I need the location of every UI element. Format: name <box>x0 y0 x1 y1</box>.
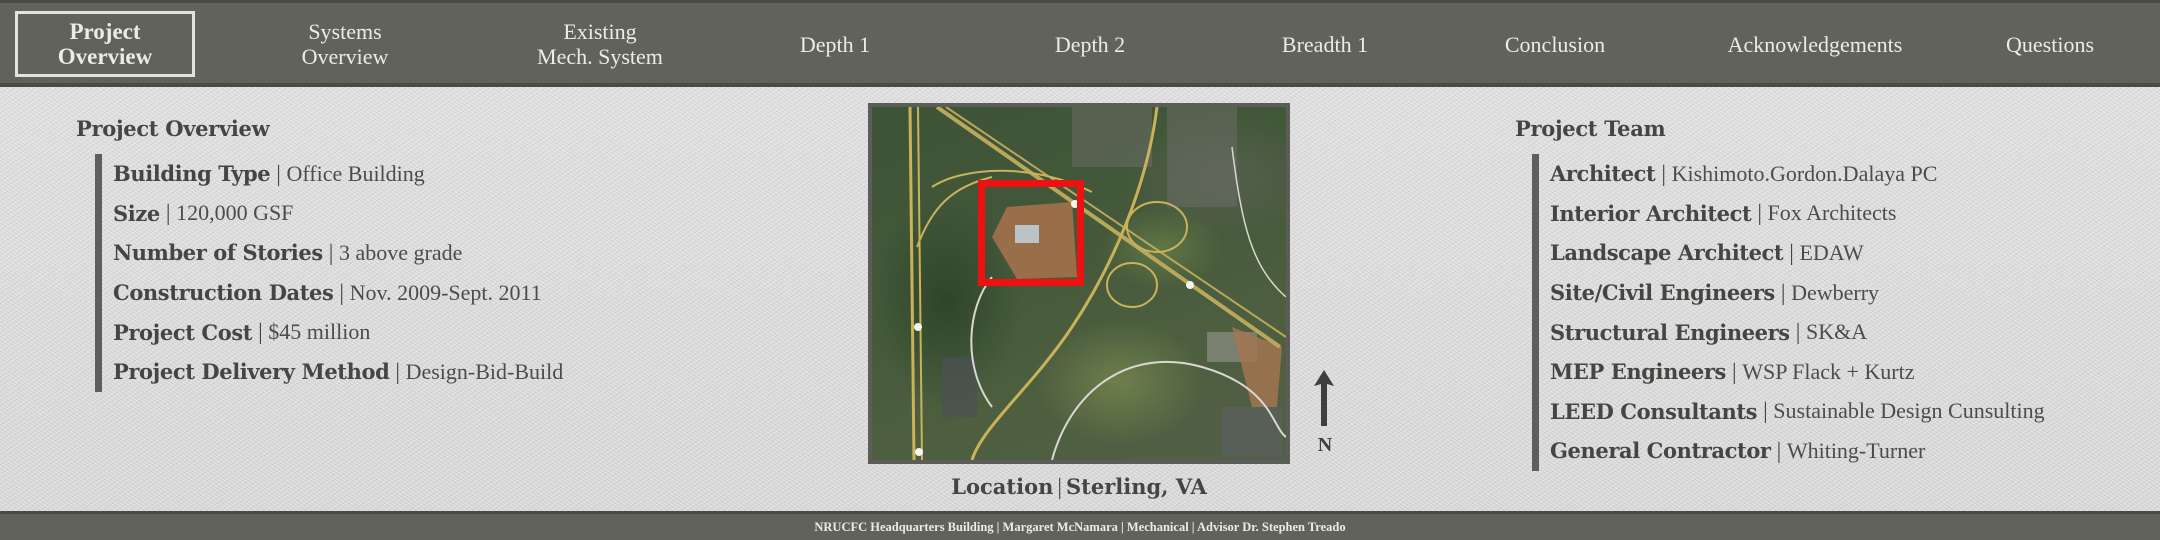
location-separator: | <box>1057 474 1062 499</box>
row-label: Number of Stories <box>113 240 323 266</box>
map-road <box>1231 146 1286 298</box>
list-item: Construction Dates | Nov. 2009-Sept. 2011 <box>113 273 563 313</box>
row-separator: | <box>1776 437 1782 463</box>
footer-bar: NRUCFC Headquarters Building | Margaret … <box>0 511 2160 540</box>
map-neighborhood <box>1072 107 1152 167</box>
row-value: $45 million <box>268 319 371 345</box>
location-caption: Location | Sterling, VA <box>868 474 1290 500</box>
row-separator: | <box>165 200 171 226</box>
row-label: Project Delivery Method <box>113 359 390 385</box>
map-highway <box>908 107 916 460</box>
row-separator: | <box>339 279 344 305</box>
row-separator: | <box>1780 279 1786 305</box>
row-separator: | <box>276 160 281 186</box>
row-value: Nov. 2009-Sept. 2011 <box>349 279 542 305</box>
nav-tab-depth-2[interactable]: Depth 2 <box>1000 11 1180 77</box>
north-label: N <box>1317 434 1333 456</box>
row-label: Project Cost <box>113 319 253 345</box>
nav-tab-breadth-1[interactable]: Breadth 1 <box>1235 11 1415 77</box>
list-item: Project Cost | $45 million <box>113 312 563 352</box>
nav-tab-systems-overview[interactable]: Systems Overview <box>255 11 435 77</box>
project-team-list: Architect | Kishimoto.Gordon.Dalaya PC Int… <box>1532 154 2045 471</box>
top-navigation: Project Overview Systems Overview Existi… <box>0 0 2160 87</box>
nav-tab-existing-mech-system[interactable]: Existing Mech. System <box>510 11 690 77</box>
row-value: Kishimoto.Gordon.Dalaya PC <box>1671 160 1938 186</box>
row-label: Interior Architect <box>1550 200 1752 226</box>
list-item: LEED Consultants | Sustainable Design Cuns… <box>1550 392 2045 432</box>
map-neighborhood <box>1167 107 1237 207</box>
site-aerial-map <box>872 107 1286 460</box>
location-value: Sterling, VA <box>1065 474 1207 499</box>
row-label: Size <box>113 200 160 226</box>
row-separator: | <box>1661 160 1666 186</box>
nav-tab-conclusion[interactable]: Conclusion <box>1465 11 1645 77</box>
project-team-heading: Project Team <box>1515 116 1666 141</box>
list-item: Landscape Architect | EDAW <box>1550 233 2045 273</box>
row-label: LEED Consultants <box>1550 398 1758 424</box>
row-separator: | <box>1763 398 1768 424</box>
row-value: Fox Architects <box>1767 200 1897 226</box>
row-label: General Contractor <box>1550 438 1771 464</box>
row-value: WSP Flack + Kurtz <box>1742 358 1915 384</box>
list-item: Site/Civil Engineers | Dewberry <box>1550 273 2045 313</box>
row-separator: | <box>395 358 400 384</box>
map-cloverleaf <box>1126 201 1188 253</box>
row-separator: | <box>328 239 334 265</box>
list-item: Architect | Kishimoto.Gordon.Dalaya PC <box>1550 154 2045 194</box>
row-value: Design-Bid-Build <box>405 358 564 384</box>
row-value: SK&A <box>1805 319 1868 345</box>
row-label: Site/Civil Engineers <box>1550 280 1775 306</box>
list-item: MEP Engineers | WSP Flack + Kurtz <box>1550 352 2045 392</box>
nav-tab-acknowledgements[interactable]: Acknowledgements <box>1700 11 1930 77</box>
row-label: Building Type <box>113 161 271 187</box>
row-separator: | <box>1789 239 1794 265</box>
nav-tab-questions[interactable]: Questions <box>1960 11 2140 77</box>
row-separator: | <box>1757 200 1762 226</box>
row-value: 3 above grade <box>338 239 463 265</box>
project-overview-heading: Project Overview <box>76 116 270 141</box>
map-route-marker <box>914 323 922 331</box>
location-label: Location <box>951 474 1054 499</box>
row-value: Whiting-Turner <box>1786 437 1926 463</box>
site-map-frame <box>868 103 1290 464</box>
row-value: 120,000 GSF <box>176 200 294 226</box>
nav-tab-project-overview[interactable]: Project Overview <box>15 11 195 77</box>
row-label: Architect <box>1550 161 1656 187</box>
row-label: Construction Dates <box>113 280 334 306</box>
list-item: Building Type | Office Building <box>113 154 563 194</box>
row-label: Structural Engineers <box>1550 319 1790 345</box>
row-separator: | <box>258 319 263 345</box>
row-label: MEP Engineers <box>1550 359 1726 385</box>
nav-tab-depth-1[interactable]: Depth 1 <box>745 11 925 77</box>
row-separator: | <box>1795 319 1801 345</box>
footer-text: NRUCFC Headquarters Building | Margaret … <box>814 519 1346 534</box>
list-item: Structural Engineers | SK&A <box>1550 312 2045 352</box>
row-separator: | <box>1731 358 1737 384</box>
map-parking-lot <box>942 357 977 417</box>
list-item: General Contractor | Whiting-Turner <box>1550 431 2045 471</box>
map-cloverleaf <box>1106 262 1158 308</box>
map-neighborhood <box>1222 407 1282 457</box>
row-label: Landscape Architect <box>1550 240 1784 266</box>
project-overview-list: Building Type | Office Building Size | 120,0… <box>95 154 563 392</box>
row-value: EDAW <box>1799 239 1864 265</box>
map-highway <box>917 107 923 460</box>
site-highlight-box <box>978 180 1084 286</box>
map-bare-ground <box>1232 327 1282 407</box>
row-value: Dewberry <box>1791 279 1880 305</box>
list-item: Size | 120,000 GSF <box>113 194 563 234</box>
list-item: Number of Stories | 3 above grade <box>113 233 563 273</box>
list-item: Project Delivery Method | Design-Bid-Build <box>113 352 563 392</box>
row-value: Sustainable Design Cunsulting <box>1773 398 2045 424</box>
map-route-marker <box>915 448 923 456</box>
list-item: Interior Architect | Fox Architects <box>1550 194 2045 234</box>
map-route-marker <box>1186 281 1194 289</box>
row-value: Office Building <box>286 160 425 186</box>
